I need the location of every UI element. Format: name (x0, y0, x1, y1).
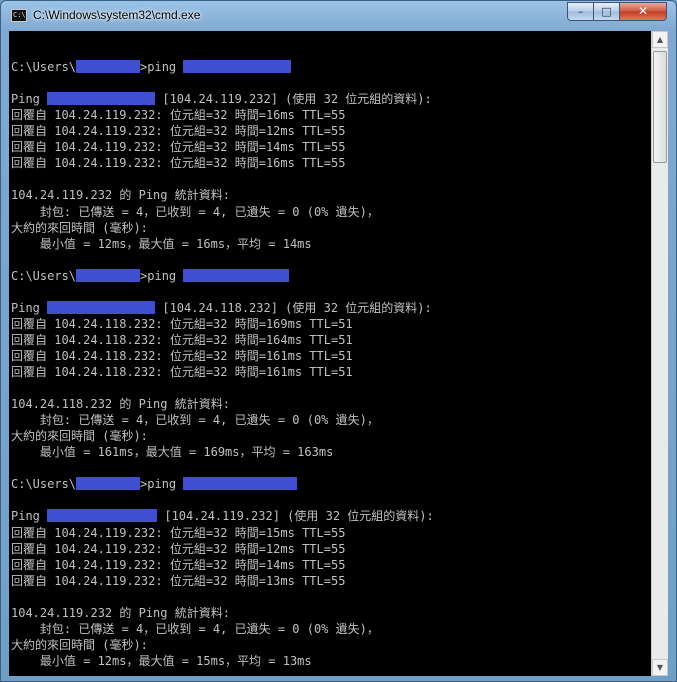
minimize-button[interactable]: – (567, 2, 594, 21)
scroll-up-arrow-icon[interactable]: ▲ (652, 31, 668, 48)
console-text: >ping (140, 477, 184, 492)
console-line: 大約的來回時間 (毫秒): (11, 637, 148, 652)
console-line: C:\Users\ >ping (11, 59, 292, 75)
console-line: 回覆自 104.24.119.232: 位元組=32 時間=12ms TTL=5… (11, 124, 346, 139)
console-output[interactable]: C:\Users\ >ping Ping [104.24.119.232] (使用… (9, 31, 651, 676)
console-text: [104.24.118.232] (使用 32 位元組的資料): (155, 300, 432, 315)
console-line: 封包: 已傳送 = 4，已收到 = 4, 已遺失 = 0 (0% 遺失)， (11, 413, 379, 428)
console-text: >ping (140, 268, 184, 283)
scroll-down-arrow-icon[interactable]: ▼ (652, 659, 668, 676)
console-text: >ping (140, 60, 184, 75)
console-text: C:\Users\ (11, 268, 77, 283)
console-line: 回覆自 104.24.119.232: 位元組=32 時間=16ms TTL=5… (11, 156, 346, 171)
console-line: 回覆自 104.24.119.232: 位元組=32 時間=12ms TTL=5… (11, 541, 346, 556)
redaction-block (183, 60, 292, 74)
console-line: 回覆自 104.24.119.232: 位元組=32 時間=13ms TTL=5… (11, 573, 346, 588)
console-line: 回覆自 104.24.119.232: 位元組=32 時間=16ms TTL=5… (11, 108, 346, 123)
console-text: Ping (11, 92, 48, 107)
console-text: [104.24.119.232] (使用 32 位元組的資料): (155, 92, 432, 107)
redaction-block (76, 268, 141, 282)
redaction-block (47, 300, 156, 314)
console-text: Ping (11, 509, 48, 524)
close-button[interactable]: ✕ (619, 2, 667, 21)
console-text: [104.24.119.232] (使用 32 位元組的資料): (157, 509, 434, 524)
redaction-block (183, 477, 298, 491)
maximize-button[interactable]: □ (593, 2, 620, 21)
console-line: 回覆自 104.24.119.232: 位元組=32 時間=14ms TTL=5… (11, 557, 346, 572)
title-bar[interactable]: C:\ C:\Windows\system32\cmd.exe – □ ✕ (1, 1, 676, 31)
console-line: 最小值 = 12ms，最大值 = 16ms，平均 = 14ms (11, 236, 312, 251)
console-line: 大約的來回時間 (毫秒): (11, 429, 148, 444)
console-line: Ping [104.24.118.232] (使用 32 位元組的資料): (11, 300, 432, 316)
redaction-block (183, 268, 290, 282)
console-line: Ping [104.24.119.232] (使用 32 位元組的資料): (11, 508, 434, 524)
console-line: 104.24.119.232 的 Ping 統計資料: (11, 188, 230, 203)
console-line: C:\Users\ >ping (11, 268, 290, 284)
console-line: 最小值 = 161ms，最大值 = 169ms，平均 = 163ms (11, 445, 334, 460)
console-text: C:\Users\ (11, 477, 77, 492)
window-title: C:\Windows\system32\cmd.exe (33, 8, 201, 22)
console-text: Ping (11, 300, 48, 315)
console-line: 封包: 已傳送 = 4，已收到 = 4, 已遺失 = 0 (0% 遺失)， (11, 204, 379, 219)
console-line: C:\Users\ >ping (11, 476, 298, 492)
console-line: 最小值 = 12ms，最大值 = 15ms，平均 = 13ms (11, 653, 312, 668)
console-line: 回覆自 104.24.119.232: 位元組=32 時間=15ms TTL=5… (11, 525, 346, 540)
redaction-block (76, 477, 141, 491)
console-line: 回覆自 104.24.118.232: 位元組=32 時間=161ms TTL=… (11, 348, 353, 363)
cmd-window: C:\ C:\Windows\system32\cmd.exe – □ ✕ C:… (0, 0, 677, 682)
console-line: 104.24.118.232 的 Ping 統計資料: (11, 397, 230, 412)
vertical-scrollbar[interactable]: ▲ ▼ (651, 31, 668, 676)
redaction-block (47, 509, 158, 523)
console-line: 回覆自 104.24.118.232: 位元組=32 時間=169ms TTL=… (11, 316, 353, 331)
console-line: 回覆自 104.24.118.232: 位元組=32 時間=164ms TTL=… (11, 332, 353, 347)
console-line: Ping [104.24.119.232] (使用 32 位元組的資料): (11, 91, 432, 107)
console-line: 回覆自 104.24.119.232: 位元組=32 時間=14ms TTL=5… (11, 140, 346, 155)
redaction-block (47, 92, 156, 106)
console-line: 回覆自 104.24.118.232: 位元組=32 時間=161ms TTL=… (11, 365, 353, 379)
console-line: 大約的來回時間 (毫秒): (11, 220, 148, 235)
console-line: 封包: 已傳送 = 4，已收到 = 4, 已遺失 = 0 (0% 遺失)， (11, 621, 379, 636)
console-text: C:\Users\ (11, 60, 77, 75)
console-line: 104.24.119.232 的 Ping 統計資料: (11, 605, 230, 620)
cmd-app-icon[interactable]: C:\ (11, 9, 27, 22)
scroll-thumb[interactable] (653, 51, 667, 163)
redaction-block (76, 60, 141, 74)
